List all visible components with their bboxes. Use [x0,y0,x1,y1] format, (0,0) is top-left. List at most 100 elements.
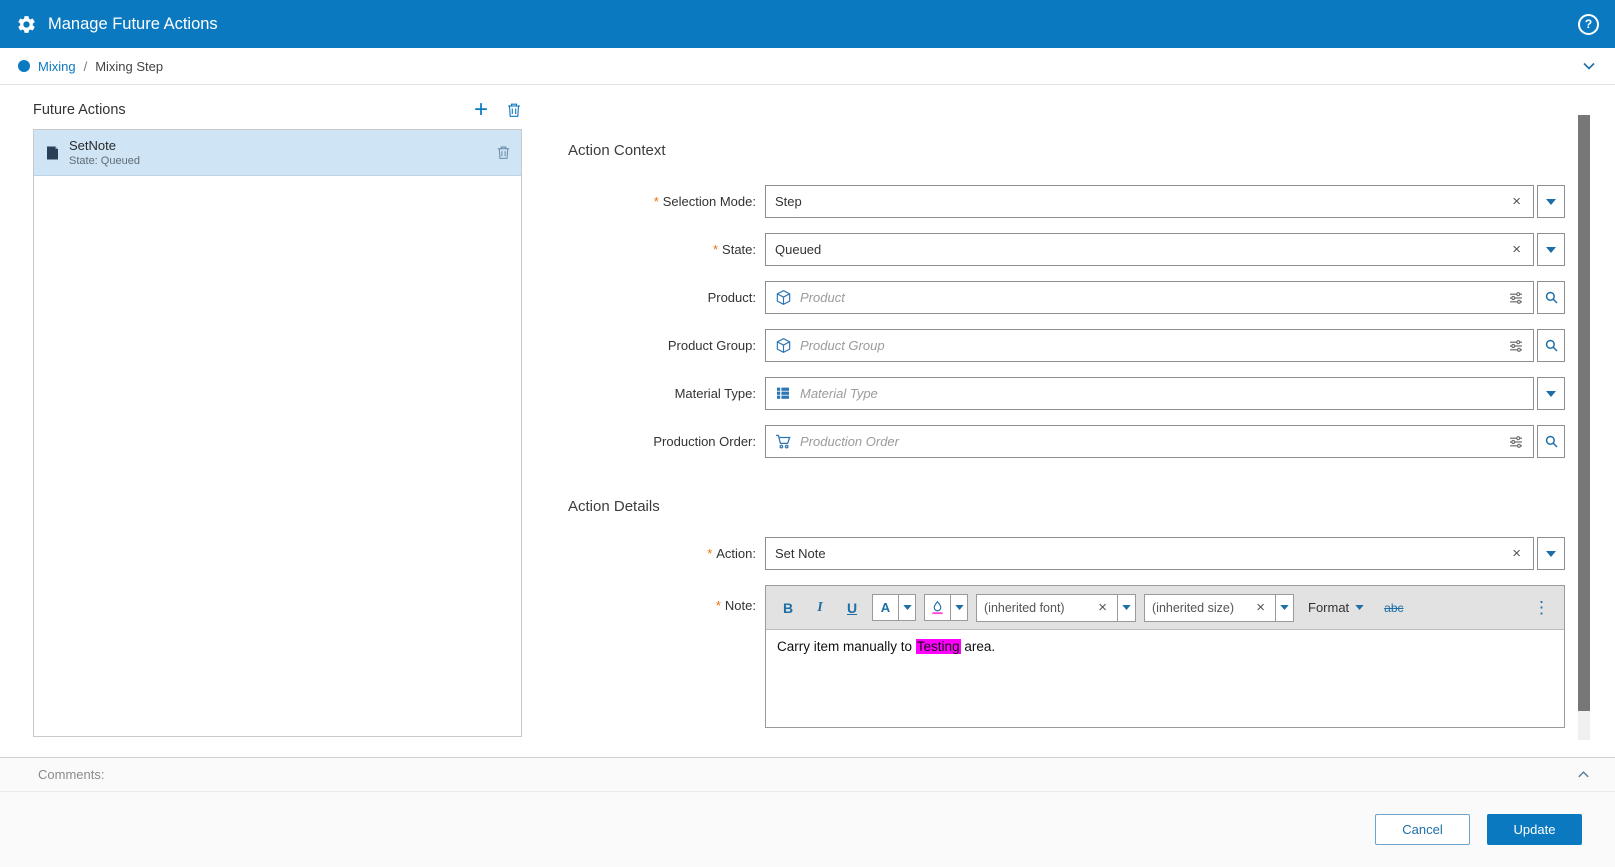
list-item-state: State: Queued [69,155,487,167]
filter-icon[interactable] [1508,434,1524,450]
collapse-chevron-down-icon[interactable] [1581,58,1597,74]
caret-down-icon [1546,247,1556,253]
action-label: * Action: [552,546,765,561]
selection-mode-field[interactable]: Step × [765,185,1534,218]
trash-icon [496,145,511,160]
product-group-icon [775,337,792,354]
clear-icon[interactable]: × [1509,242,1524,257]
clear-icon[interactable]: × [1095,600,1110,615]
more-options-icon[interactable]: ⋮ [1529,598,1554,618]
state-value: Queued [775,242,1501,257]
cancel-button[interactable]: Cancel [1375,814,1470,845]
filter-icon[interactable] [1508,290,1524,306]
action-row: * Action: Set Note × [552,537,1572,570]
italic-button[interactable]: I [808,594,832,622]
font-size-value: (inherited size) [1152,601,1247,615]
font-color-caret-button[interactable] [899,594,916,621]
state-field[interactable]: Queued × [765,233,1534,266]
bold-button[interactable]: B [776,594,800,622]
help-icon[interactable]: ? [1578,14,1599,35]
trash-icon [506,102,522,118]
label-text: Production Order: [653,434,756,449]
filter-icon[interactable] [1508,338,1524,354]
material-type-row: Material Type: Material Type [552,377,1572,410]
label-text: Material Type: [675,386,756,401]
state-label: *State: [552,242,765,257]
app-header: Manage Future Actions ? [0,0,1615,48]
product-search-button[interactable] [1537,281,1565,314]
label-text: Product Group: [668,338,756,353]
scrollbar-thumb[interactable] [1578,115,1590,711]
section-action-context: Action Context [552,142,1572,159]
material-type-label: Material Type: [552,386,765,401]
chevron-up-icon[interactable] [1576,767,1591,782]
font-name-value: (inherited font) [984,601,1089,615]
label-text: Selection Mode: [663,194,756,209]
product-group-search-button[interactable] [1537,329,1565,362]
font-name-caret-button[interactable] [1118,594,1136,622]
update-button[interactable]: Update [1487,814,1582,845]
comments-section[interactable]: Comments: [0,758,1615,792]
product-field[interactable]: Product [765,281,1534,314]
highlight-color-caret-button[interactable] [951,594,968,621]
state-dropdown-button[interactable] [1537,233,1565,266]
caret-down-icon [1122,605,1131,610]
action-value: Set Note [775,546,1501,561]
comments-label: Comments: [38,767,104,782]
action-field[interactable]: Set Note × [765,537,1534,570]
state-row: *State: Queued × [552,233,1572,266]
clear-icon[interactable]: × [1253,600,1268,615]
product-group-row: Product Group: Product Group [552,329,1572,362]
breadcrumb-parent-link[interactable]: Mixing [38,59,76,74]
material-type-field[interactable]: Material Type [765,377,1534,410]
highlight-color-button[interactable] [924,594,951,621]
delete-action-button[interactable] [506,102,522,118]
action-dropdown-button[interactable] [1537,537,1565,570]
caret-down-icon [1546,551,1556,557]
note-content[interactable]: Carry item manually to Testing area. [766,630,1564,727]
selection-mode-value: Step [775,194,1501,209]
footer-actions: Cancel Update [0,792,1615,845]
breadcrumb-current: Mixing Step [95,59,163,74]
caret-down-icon [1355,605,1364,610]
label-text: Action: [716,546,756,561]
product-group-label: Product Group: [552,338,765,353]
product-icon [775,289,792,306]
search-icon [1544,290,1559,305]
caret-down-icon [1280,605,1289,610]
list-item[interactable]: SetNote State: Queued [34,130,521,176]
caret-down-icon [1546,391,1556,397]
list-item-text: SetNote State: Queued [69,138,487,167]
product-placeholder: Product [800,290,1500,305]
product-label: Product: [552,290,765,305]
vertical-scrollbar[interactable] [1578,115,1590,740]
list-item-name: SetNote [69,138,487,153]
search-icon [1544,434,1559,449]
list-item-delete-button[interactable] [496,145,511,160]
production-order-row: Production Order: Production Order [552,425,1572,458]
format-dropdown-button[interactable]: Format [1302,599,1370,616]
production-order-icon [775,433,792,450]
font-size-select[interactable]: (inherited size) × [1144,594,1276,622]
production-order-search-button[interactable] [1537,425,1565,458]
required-marker: * [707,546,712,561]
product-row: Product: Product [552,281,1572,314]
strikethrough-button[interactable]: abc [1378,600,1409,616]
material-type-dropdown-button[interactable] [1537,377,1565,410]
label-text: Product: [708,290,756,305]
clear-icon[interactable]: × [1509,546,1524,561]
production-order-placeholder: Production Order [800,434,1500,449]
note-icon [44,145,60,161]
search-icon [1544,338,1559,353]
font-color-button[interactable]: A [872,594,899,621]
production-order-field[interactable]: Production Order [765,425,1534,458]
selection-mode-dropdown-button[interactable] [1537,185,1565,218]
font-name-select[interactable]: (inherited font) × [976,594,1118,622]
product-group-field[interactable]: Product Group [765,329,1534,362]
font-size-caret-button[interactable] [1276,594,1294,622]
add-action-button[interactable]: + [474,100,488,120]
caret-down-icon [903,605,912,610]
clear-icon[interactable]: × [1509,194,1524,209]
underline-button[interactable]: U [840,594,864,622]
future-actions-panel: Future Actions + SetNote State: Queued [33,95,522,737]
